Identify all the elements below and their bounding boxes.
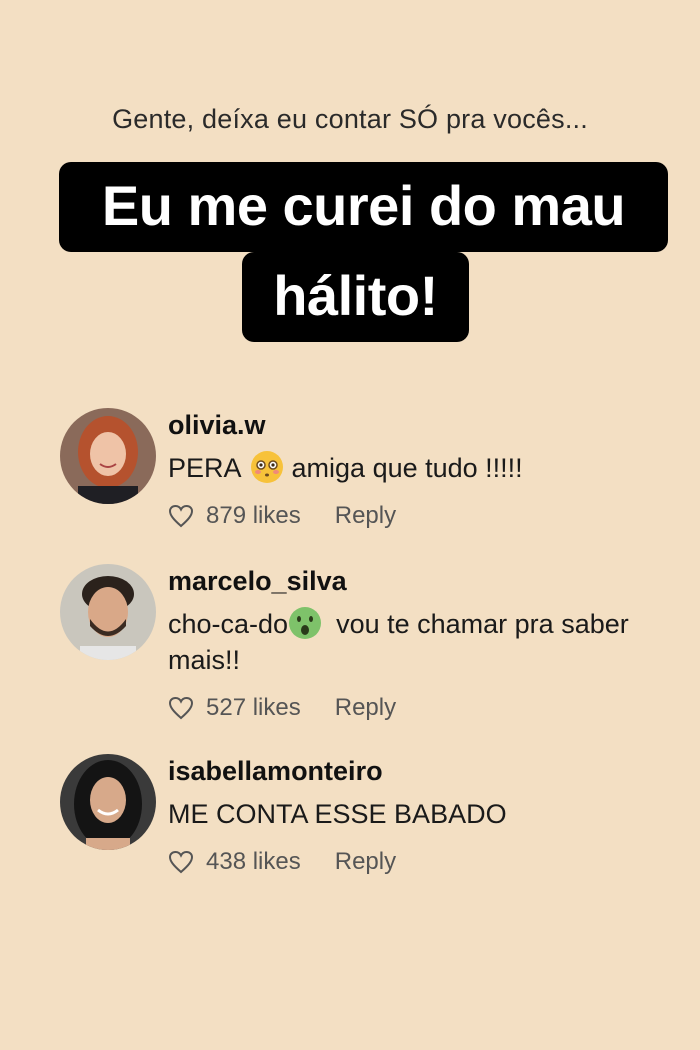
likes-count: 879 likes — [206, 502, 301, 529]
avatar[interactable] — [60, 408, 156, 504]
comment-text: ME CONTA ESSE BABADO — [168, 799, 507, 829]
avatar[interactable] — [60, 754, 156, 850]
comment-meta: 879 likes Reply — [168, 502, 648, 530]
headline-line-2: hálito! — [242, 252, 469, 342]
intro-text: Gente, deíxa eu contar SÓ pra vocês... — [112, 104, 588, 134]
heart-icon[interactable] — [168, 850, 194, 874]
comment-username[interactable]: olivia.w — [168, 408, 648, 442]
reply-button[interactable]: Reply — [335, 502, 396, 530]
face-with-open-mouth-icon — [288, 606, 322, 640]
likes-count: 438 likes — [206, 848, 301, 875]
likes-count: 527 likes — [206, 694, 301, 721]
comment-text: cho-ca-do vou te chamar pra saber mais!! — [168, 606, 648, 678]
comment-meta: 438 likes Reply — [168, 848, 648, 876]
comment-meta: 527 likes Reply — [168, 694, 648, 722]
comment-text: PERA amiga que tudo !!!!! — [168, 450, 648, 486]
headline-line-1: Eu me curei do mau — [59, 162, 668, 252]
comment-username[interactable]: isabellamonteiro — [168, 754, 648, 788]
comment-username[interactable]: marcelo_silva — [168, 564, 648, 598]
heart-icon[interactable] — [168, 504, 194, 528]
reply-button[interactable]: Reply — [335, 848, 396, 876]
avatar[interactable] — [60, 564, 156, 660]
flushed-face-icon — [250, 450, 284, 484]
reply-button[interactable]: Reply — [335, 694, 396, 722]
heart-icon[interactable] — [168, 696, 194, 720]
